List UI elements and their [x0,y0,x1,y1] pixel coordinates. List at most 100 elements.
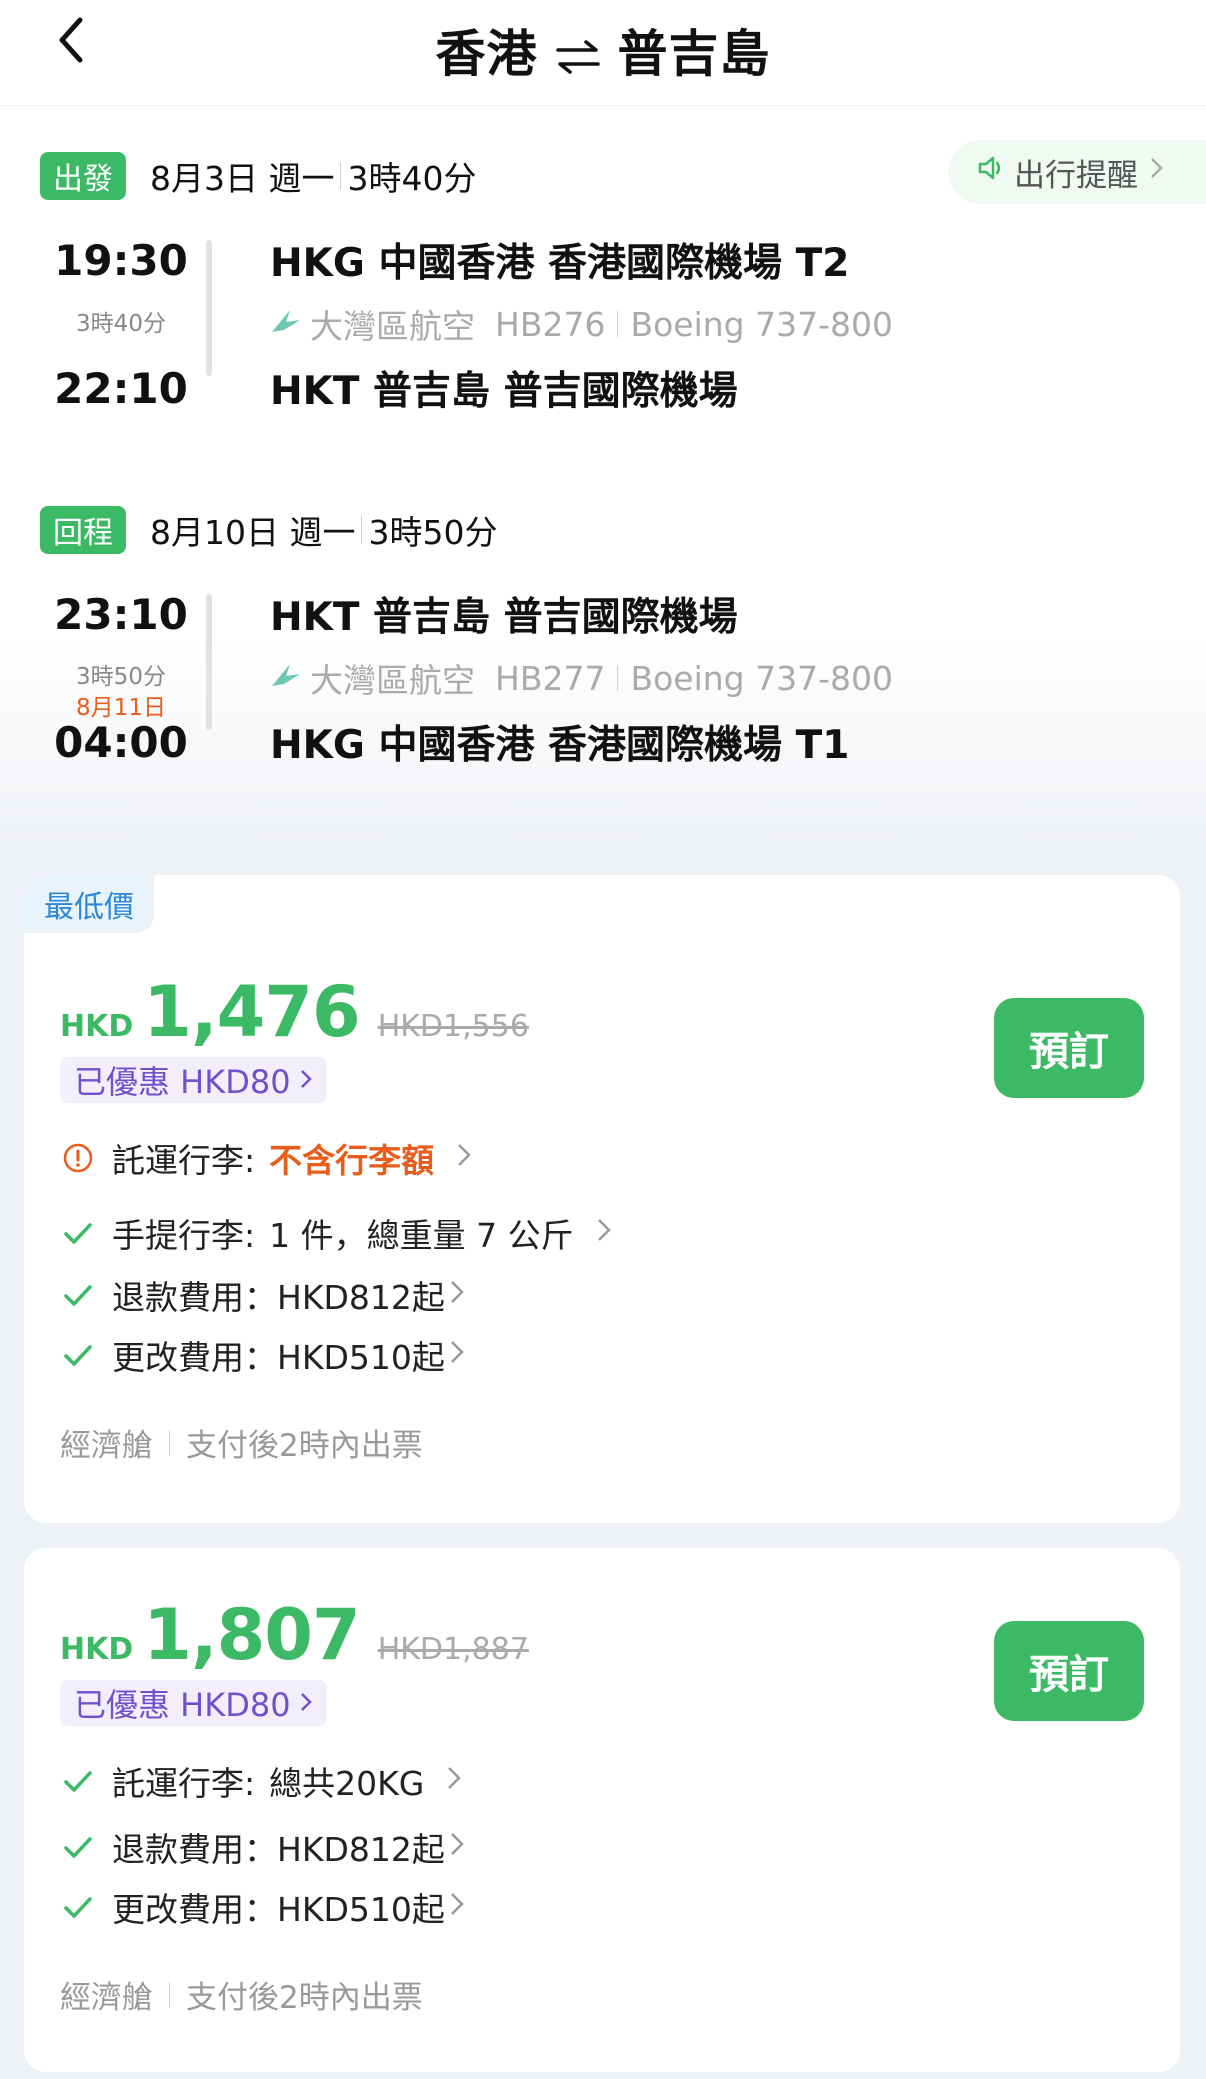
discount-badge[interactable]: 已優惠 HKD80 [60,1057,327,1103]
chevron-right-icon [449,1336,465,1375]
refund-fee-row[interactable]: 退款費用：HKD812起 [60,1270,465,1320]
header-bar: 香港 普吉島 [0,0,1206,106]
change-fee-row[interactable]: 更改費用：HKD510起 [60,1330,465,1380]
page-title: 香港 普吉島 [0,14,1206,86]
chevron-right-icon [449,1828,465,1867]
airline-logo-icon [270,305,302,344]
price-row: HKD 1,807 HKD1,887 [60,1594,529,1676]
refund-fee: 退款費用：HKD812起 [112,1830,445,1869]
chevron-right-icon [449,1888,465,1927]
outbound-arrive-time: 22:10 [54,364,188,413]
flight-number: HB277 [495,658,606,698]
refund-fee-row[interactable]: 退款費用：HKD812起 [60,1822,465,1872]
return-depart-time: 23:10 [54,590,188,639]
outbound-date: 8月3日 週一 [150,159,335,198]
divider [617,665,619,691]
outbound-arrive-airport: HKT 普吉島 普吉國際機場 [270,369,738,414]
next-day-date: 8月11日 [76,695,166,721]
airline-name: 大灣區航空 [310,307,475,346]
cabin-class: 經濟艙 [60,1428,153,1464]
price-row: HKD 1,476 HKD1,556 [60,971,529,1053]
chevron-right-icon [456,1139,472,1178]
checked-baggage-label: 託運行李: [112,1764,256,1803]
return-arrive-time: 04:00 [54,718,188,767]
chevron-right-icon [446,1762,462,1801]
discount-label: 已優惠 HKD80 [74,1686,291,1724]
checked-baggage-row[interactable]: 託運行李: 總共20KG [60,1756,462,1806]
change-fee: 更改費用：HKD510起 [112,1338,445,1377]
fare-card: 最低價 HKD 1,476 HKD1,556 已優惠 HKD80 預訂 託運行李… [24,875,1180,1523]
outbound-flight-info: 大灣區航空 HB276 Boeing 737-800 [270,300,893,348]
book-button[interactable]: 預訂 [994,998,1144,1098]
refund-fee: 退款費用：HKD812起 [112,1278,445,1317]
original-price: HKD1,556 [377,1009,529,1044]
speaker-icon [976,153,1006,191]
swap-arrows-icon [554,30,602,74]
divider [361,516,363,544]
checkmark-icon [60,1215,96,1251]
chevron-right-icon [596,1214,612,1253]
fare-footer: 經濟艙 支付後2時內出票 [60,1420,423,1465]
return-arrive-airport: HKG 中國香港 香港國際機場 T1 [270,723,850,768]
carry-on-value: 1 件，總重量 7 公斤 [269,1216,574,1255]
outbound-duration: 3時40分 [347,159,477,198]
divider [169,1429,170,1456]
divider [617,311,619,337]
original-price: HKD1,887 [377,1632,529,1667]
lowest-price-badge: 最低價 [24,875,154,933]
divider [169,1981,170,2008]
fare-card: HKD 1,807 HKD1,887 已優惠 HKD80 預訂 託運行李: 總共… [24,1548,1180,2072]
aircraft-type: Boeing 737-800 [630,658,893,698]
travel-reminder-button[interactable]: 出行提醒 [948,140,1206,204]
checked-baggage-value: 不含行李額 [269,1141,435,1180]
outbound-depart-time: 19:30 [54,236,188,285]
airline-name: 大灣區航空 [310,661,475,700]
price-currency: HKD [60,1009,134,1044]
timeline-bar [206,240,212,376]
airline-logo-icon [270,659,302,698]
ticketing-time: 支付後2時內出票 [186,1428,423,1464]
checkmark-icon [60,1889,96,1925]
outbound-tag: 出發 [40,152,126,200]
timeline-bar [206,594,212,730]
outbound-flight-duration: 3時40分 [76,311,166,337]
book-button[interactable]: 預訂 [994,1621,1144,1721]
checkmark-icon [60,1277,96,1313]
price-value: 1,476 [143,971,360,1053]
origin-city: 香港 [435,25,538,83]
discount-badge[interactable]: 已優惠 HKD80 [60,1680,327,1726]
price-value: 1,807 [143,1594,360,1676]
destination-city: 普吉島 [617,25,771,83]
return-header: 回程 8月10日 週一 3時50分 [40,505,497,555]
discount-label: 已優惠 HKD80 [74,1063,291,1101]
change-fee-row[interactable]: 更改費用：HKD510起 [60,1882,465,1932]
chevron-right-icon [449,1276,465,1315]
reminder-label: 出行提醒 [1014,157,1138,194]
chevron-right-icon [1146,153,1166,191]
return-duration: 3時50分 [368,513,498,552]
ticketing-time: 支付後2時內出票 [186,1980,423,2016]
return-depart-airport: HKT 普吉島 普吉國際機場 [270,595,738,640]
outbound-depart-airport: HKG 中國香港 香港國際機場 T2 [270,241,850,286]
checkmark-icon [60,1337,96,1373]
outbound-header: 出發 8月3日 週一 3時40分 [40,151,476,201]
chevron-right-icon [299,1684,313,1722]
aircraft-type: Boeing 737-800 [630,304,893,344]
checked-baggage-label: 託運行李: [112,1141,256,1180]
return-flight-duration: 3時50分 [76,664,166,690]
cabin-class: 經濟艙 [60,1980,153,2016]
warning-circle-icon [60,1140,96,1176]
divider [340,162,342,190]
fare-footer: 經濟艙 支付後2時內出票 [60,1972,423,2017]
price-currency: HKD [60,1632,134,1667]
return-tag: 回程 [40,506,126,554]
return-flight-info: 大灣區航空 HB277 Boeing 737-800 [270,654,893,702]
chevron-right-icon [299,1061,313,1099]
checked-baggage-value: 總共20KG [269,1764,425,1803]
checked-baggage-row[interactable]: 託運行李: 不含行李額 [60,1133,472,1183]
change-fee: 更改費用：HKD510起 [112,1890,445,1929]
flight-number: HB276 [495,304,606,344]
checkmark-icon [60,1763,96,1799]
return-date: 8月10日 週一 [150,513,356,552]
carry-on-baggage-row[interactable]: 手提行李: 1 件，總重量 7 公斤 [60,1208,612,1258]
